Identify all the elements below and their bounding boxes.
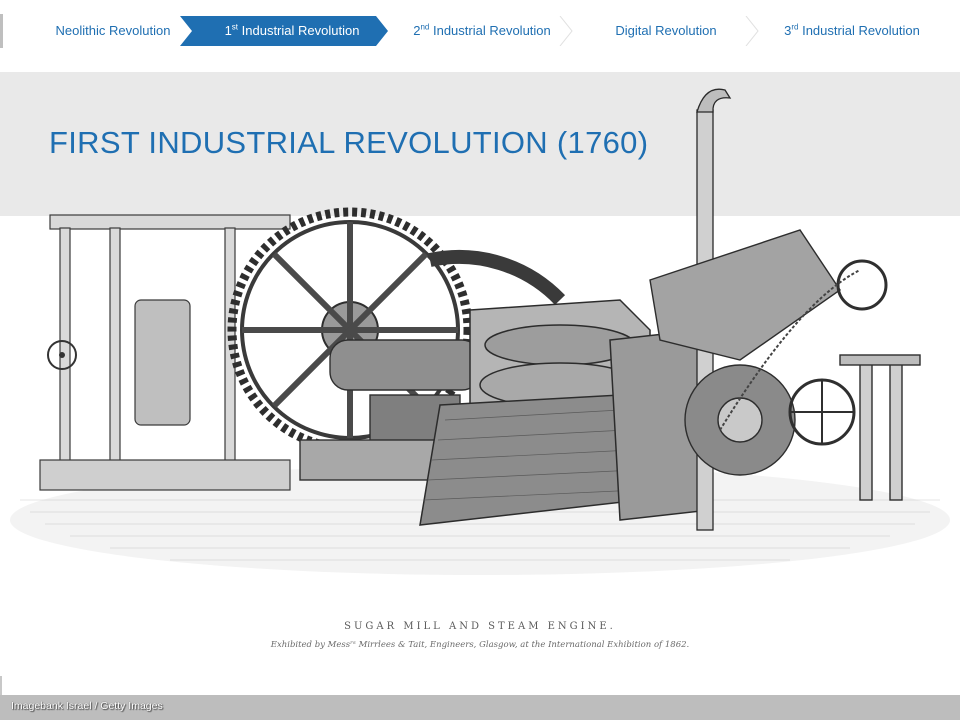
engraving-caption-subtitle: Exhibited by Messʳˢ Mirrlees & Tait, Eng… — [270, 640, 690, 650]
image-credit: Imagebank Israel / Getty Images — [11, 700, 163, 712]
process-nav: Neolithic Revolution 1st Industrial Revo… — [0, 16, 960, 46]
nav-step-second-industrial[interactable]: 2nd Industrial Revolution — [394, 16, 570, 46]
engraving-caption-title: SUGAR MILL AND STEAM ENGINE. — [344, 621, 616, 632]
nav-step-third-industrial[interactable]: 3rd Industrial Revolution — [766, 16, 938, 46]
nav-step-first-industrial[interactable]: 1st Industrial Revolution — [206, 16, 378, 46]
footer-left-rule — [0, 676, 2, 696]
nav-step-neolithic[interactable]: Neolithic Revolution — [40, 16, 186, 46]
slide-title: FIRST INDUSTRIAL REVOLUTION (1760) — [49, 125, 649, 160]
nav-step-digital[interactable]: Digital Revolution — [596, 16, 736, 46]
footer-bar: Imagebank Israel / Getty Images — [0, 695, 960, 720]
